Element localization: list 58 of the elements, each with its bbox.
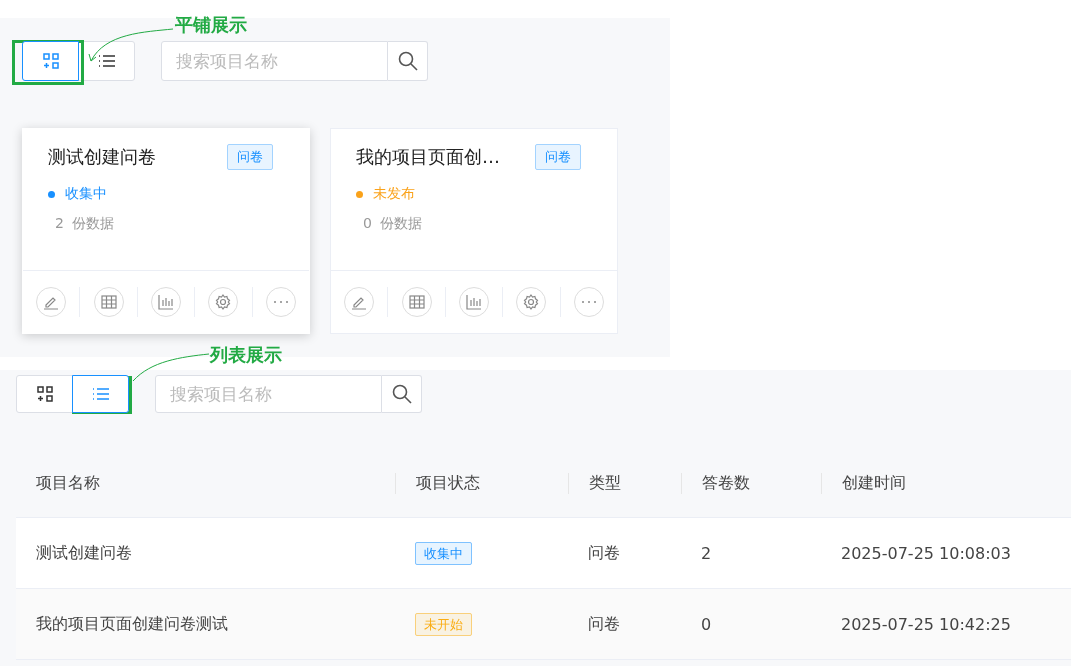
column-header: 项目名称	[35, 473, 101, 494]
settings-icon	[523, 294, 540, 310]
response-count: 0	[363, 215, 372, 233]
highlight-frame	[12, 40, 84, 85]
status-text: 收集中	[65, 185, 107, 203]
grid-view-button[interactable]	[22, 41, 79, 81]
search-field[interactable]: 搜索项目名称	[155, 375, 382, 413]
column-header: 类型	[568, 473, 681, 494]
created-time-cell-text: 2025-07-25 10:42:25	[840, 614, 1012, 634]
more-icon	[580, 300, 597, 304]
column-header: 创建时间	[821, 473, 1071, 494]
count-cell-text: 0	[700, 614, 713, 634]
created-time-cell-text: 2025-07-25 10:08:03	[840, 543, 1012, 563]
type-tag: 问卷	[227, 144, 273, 170]
project-name-cell-text: 我的项目页面创建问卷测试	[35, 613, 229, 635]
list-icon	[91, 387, 110, 401]
project-card[interactable]: 我的项目页面创… 问卷 未发布 0 份数据	[330, 128, 618, 334]
statistics-button[interactable]	[459, 287, 489, 317]
table-icon	[408, 295, 425, 309]
type-cell-text: 问卷	[587, 613, 621, 635]
grid-icon	[42, 53, 59, 69]
count-label: 份数据	[71, 215, 114, 233]
bar-chart-icon	[466, 294, 482, 310]
data-table-button[interactable]	[401, 287, 432, 317]
bar-chart-icon	[158, 294, 174, 310]
data-table-button[interactable]	[93, 287, 124, 317]
annotation-label: 列表展示	[210, 343, 282, 367]
card-title: 我的项目页面创…	[356, 145, 500, 169]
status-tag: 未开始	[415, 613, 472, 636]
settings-button[interactable]	[516, 287, 547, 317]
settings-icon	[215, 294, 232, 310]
count-label: 份数据	[379, 215, 422, 233]
search-button[interactable]	[388, 41, 428, 81]
type-tag: 问卷	[535, 144, 581, 170]
edit-button[interactable]	[344, 287, 375, 317]
annotation-label: 平铺展示	[175, 13, 247, 37]
status-tag: 收集中	[415, 542, 472, 565]
grid-icon	[36, 386, 53, 402]
column-header: 项目状态	[395, 473, 568, 494]
search-icon	[397, 51, 418, 71]
more-icon	[272, 300, 289, 304]
settings-button[interactable]	[208, 287, 239, 317]
list-icon	[97, 54, 116, 68]
project-name-cell-text: 测试创建问卷	[35, 542, 133, 564]
card-title: 测试创建问卷	[48, 145, 156, 169]
search-icon	[391, 384, 412, 404]
response-count: 2	[55, 215, 64, 233]
edit-button[interactable]	[36, 287, 67, 317]
search-button[interactable]	[382, 375, 422, 413]
list-view-button[interactable]	[72, 375, 129, 413]
column-header: 答卷数	[681, 473, 821, 494]
statistics-button[interactable]	[151, 287, 181, 317]
table-icon	[100, 295, 117, 309]
type-cell-text: 问卷	[587, 542, 621, 564]
status-text: 未发布	[373, 185, 415, 203]
search-field[interactable]: 搜索项目名称	[161, 41, 388, 81]
project-card[interactable]: 测试创建问卷 问卷 收集中 2 份数据	[22, 128, 310, 334]
count-cell-text: 2	[700, 543, 713, 563]
